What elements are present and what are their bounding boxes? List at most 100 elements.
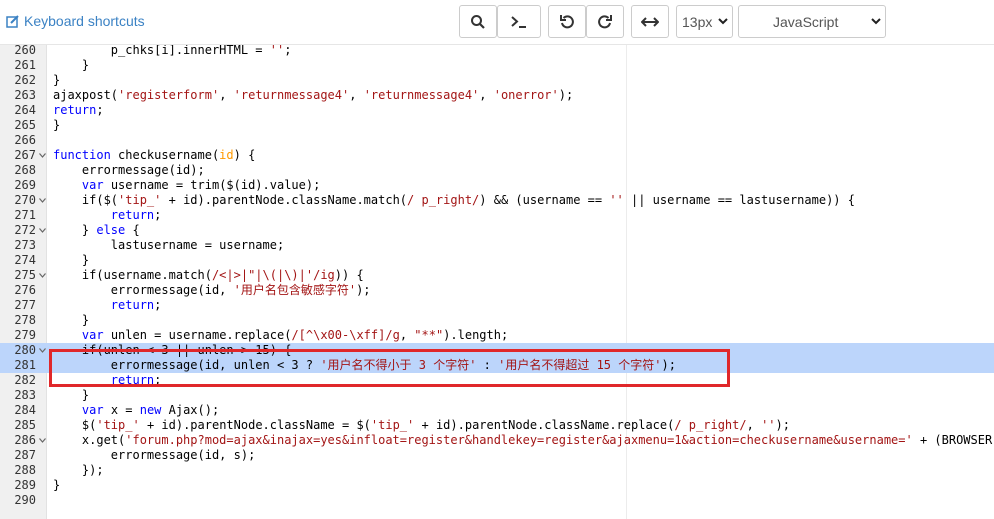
code-line[interactable]: 277 return;: [0, 298, 994, 313]
code-text: var unlen = username.replace(/[^\x00-\xf…: [81, 328, 509, 342]
code-line[interactable]: 269 var username = trim($(id).value);: [0, 178, 994, 193]
undo-icon: [560, 14, 574, 28]
fold-toggle-icon[interactable]: [38, 433, 47, 448]
code-line[interactable]: 267 function checkusername(id) {: [0, 148, 994, 163]
line-number: 266: [14, 133, 36, 147]
line-number: 286: [14, 433, 36, 447]
code-line[interactable]: 268 errormessage(id);: [0, 163, 994, 178]
line-number: 263: [14, 88, 36, 102]
line-number: 262: [14, 73, 36, 87]
language-value: JavaScript: [773, 13, 839, 30]
editor-toolbar: Keyboard shortcuts 13px JavaScript: [0, 0, 994, 45]
fold-toggle-icon[interactable]: [38, 223, 47, 238]
code-text: }: [53, 388, 90, 402]
code-text: x.get('forum.php?mod=ajax&inajax=yes&inf…: [53, 433, 994, 447]
line-number: 260: [14, 45, 36, 57]
code-line[interactable]: 284 var x = new Ajax();: [0, 403, 994, 418]
code-line[interactable]: 261 }: [0, 58, 994, 73]
code-line[interactable]: 273 lastusername = username;: [0, 238, 994, 253]
edit-icon: [6, 15, 19, 28]
keyboard-shortcuts-label: Keyboard shortcuts: [24, 13, 145, 29]
line-number: 283: [14, 388, 36, 402]
line-number: 276: [14, 283, 36, 297]
code-line[interactable]: 260 p_chks[i].innerHTML = '';: [0, 45, 994, 58]
line-number: 272: [14, 223, 36, 237]
code-line[interactable]: 271 return;: [0, 208, 994, 223]
line-number: 268: [14, 163, 36, 177]
code-line[interactable]: 276 errormessage(id, '用户名包含敏感字符');: [0, 283, 994, 298]
code-line[interactable]: 262}: [0, 73, 994, 88]
code-line[interactable]: 275 if(username.match(/<|>|"|\(|\)|'/ig)…: [0, 268, 994, 283]
code-text: return;: [110, 373, 162, 387]
code-text: if(username.match(/<|>|"|\(|\)|'/ig)) {: [53, 268, 364, 282]
line-number: 267: [14, 148, 36, 162]
code-text: p_chks[i].innerHTML = '';: [53, 45, 292, 57]
code-line[interactable]: 263 ajaxpost('registerform', 'returnmessa…: [0, 88, 994, 103]
code-line[interactable]: 281 errormessage(id, unlen < 3 ? '用户名不得小…: [0, 358, 994, 373]
line-number: 265: [14, 118, 36, 132]
code-line[interactable]: 286 x.get('forum.php?mod=ajax&inajax=yes…: [0, 433, 994, 448]
fold-toggle-icon[interactable]: [38, 343, 47, 358]
code-line[interactable]: 280 if(unlen < 3 || unlen > 15) {: [0, 343, 994, 358]
font-size-value: 13px: [682, 13, 713, 30]
search-button[interactable]: [459, 5, 497, 38]
code-line[interactable]: 278 }: [0, 313, 994, 328]
code-text: }: [53, 73, 61, 87]
line-number: 284: [14, 403, 36, 417]
code-text: }: [53, 313, 90, 327]
code-text: return;: [53, 103, 104, 117]
horizontal-arrows-icon: [641, 16, 659, 27]
code-text: errormessage(id, unlen < 3 ? '用户名不得小于 3 …: [53, 358, 676, 372]
code-text: }: [53, 253, 90, 267]
code-line[interactable]: 288 });: [0, 463, 994, 478]
chevron-down-icon: [867, 18, 885, 25]
line-number: 264: [14, 103, 36, 117]
code-line[interactable]: 283 }: [0, 388, 994, 403]
fold-toggle-icon[interactable]: [38, 193, 47, 208]
keyboard-shortcuts-link[interactable]: Keyboard shortcuts: [6, 13, 145, 29]
fold-toggle-icon[interactable]: [38, 148, 47, 163]
line-number: 261: [14, 58, 36, 72]
code-text: var username = trim($(id).value);: [81, 178, 321, 192]
fold-toggle-icon[interactable]: [38, 268, 47, 283]
code-line[interactable]: 274 }: [0, 253, 994, 268]
code-text: errormessage(id);: [53, 163, 205, 177]
code-text: lastusername = username;: [53, 238, 285, 252]
code-text: var x = new Ajax();: [81, 403, 220, 417]
code-line[interactable]: 264 return;: [0, 103, 994, 118]
code-line[interactable]: 279 var unlen = username.replace(/[^\x00…: [0, 328, 994, 343]
code-text: $('tip_' + id).parentNode.className = $(…: [53, 418, 790, 432]
line-number: 289: [14, 478, 36, 492]
code-text: if($('tip_' + id).parentNode.className.m…: [53, 193, 855, 207]
undo-button[interactable]: [548, 5, 586, 38]
line-number: 281: [14, 358, 36, 372]
line-number: 285: [14, 418, 36, 432]
terminal-button[interactable]: [497, 5, 541, 38]
language-select[interactable]: JavaScript: [738, 5, 886, 38]
code-text: }: [53, 118, 61, 132]
code-text: } else {: [53, 223, 140, 237]
wrap-toggle-button[interactable]: [631, 5, 669, 38]
redo-icon: [598, 14, 612, 28]
search-icon: [471, 14, 485, 29]
code-editor[interactable]: 260 p_chks[i].innerHTML = ''; 261 } 262} 26…: [0, 45, 994, 519]
redo-button[interactable]: [586, 5, 624, 38]
code-line[interactable]: 290: [0, 493, 994, 508]
chevron-down-icon: [714, 18, 732, 25]
line-number: 275: [14, 268, 36, 282]
line-number: 274: [14, 253, 36, 267]
code-line[interactable]: 287 errormessage(id, s);: [0, 448, 994, 463]
code-line[interactable]: 272 } else {: [0, 223, 994, 238]
code-line[interactable]: 282 return;: [0, 373, 994, 388]
font-size-select[interactable]: 13px: [676, 5, 733, 38]
code-lines: 260 p_chks[i].innerHTML = ''; 261 } 262} 26…: [0, 45, 994, 508]
code-line[interactable]: 266: [0, 133, 994, 148]
code-text: }: [53, 58, 90, 72]
code-line[interactable]: 270 if($('tip_' + id).parentNode.classNa…: [0, 193, 994, 208]
code-text: }: [53, 478, 61, 492]
line-number: 277: [14, 298, 36, 312]
code-line[interactable]: 289}: [0, 478, 994, 493]
code-line[interactable]: 265}: [0, 118, 994, 133]
line-number: 270: [14, 193, 36, 207]
code-line[interactable]: 285 $('tip_' + id).parentNode.className …: [0, 418, 994, 433]
